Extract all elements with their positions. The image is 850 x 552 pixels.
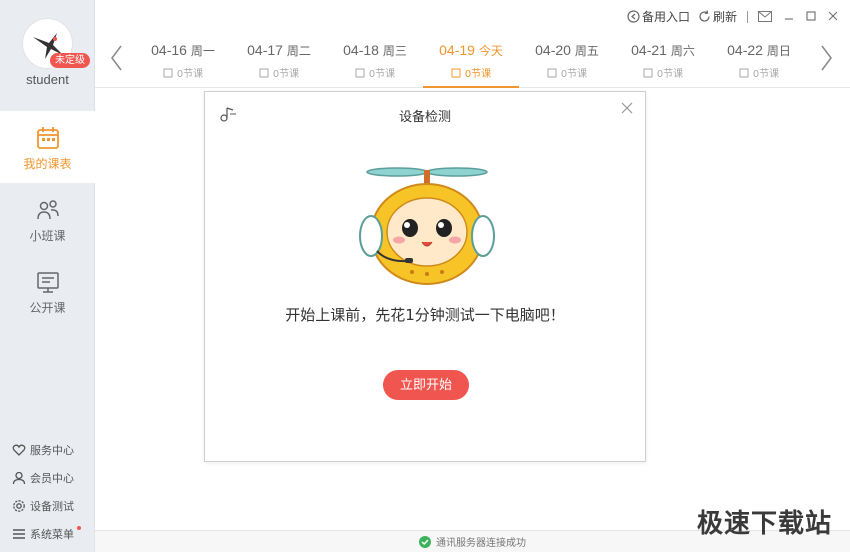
- nav-item-small-class[interactable]: 小班课: [0, 183, 95, 255]
- username: student: [26, 72, 69, 87]
- lesson-icon: [643, 68, 653, 77]
- minimize-icon: [785, 17, 793, 20]
- day-tab-0422[interactable]: 04-22 周日 0节课: [711, 30, 807, 88]
- lesson-icon: [451, 68, 461, 77]
- lesson-icon: [163, 68, 173, 77]
- service-center-link[interactable]: 服务中心: [12, 436, 81, 464]
- maximize-icon: [806, 10, 816, 21]
- status-text: 通讯服务器连接成功: [436, 538, 526, 549]
- day-count: 0节课: [176, 69, 204, 80]
- nav-label: 我的课表: [23, 157, 72, 171]
- day-count: 0节课: [272, 69, 300, 80]
- day-weekday: 周六: [670, 44, 695, 58]
- helicopter-mascot-icon: [359, 167, 495, 285]
- lesson-icon: [355, 68, 365, 77]
- device-test-label: 设备测试: [30, 500, 74, 513]
- day-count: 0节课: [368, 69, 396, 80]
- refresh-button[interactable]: 刷新: [698, 8, 737, 25]
- toolbar-divider: [747, 10, 748, 23]
- gear-icon: [13, 500, 25, 512]
- lesson-icon: [259, 68, 269, 77]
- close-button[interactable]: [828, 10, 838, 24]
- day-weekday: 周一: [190, 44, 215, 58]
- start-test-button[interactable]: 立即开始: [383, 370, 469, 400]
- bottom-links: 服务中心 会员中心 设备测试 系统菜单: [12, 436, 81, 548]
- maximize-button[interactable]: [806, 10, 816, 24]
- lesson-icon: [739, 68, 749, 77]
- day-count: 0节课: [656, 69, 684, 80]
- system-menu-label: 系统菜单: [30, 528, 74, 541]
- success-check-icon: [419, 535, 431, 548]
- day-date: 04-18: [343, 42, 379, 58]
- day-count: 0节课: [464, 69, 492, 80]
- board-icon: [36, 272, 59, 293]
- service-center-label: 服务中心: [30, 444, 74, 457]
- backup-entry-label: 备用入口: [641, 10, 690, 24]
- day-tab-0418[interactable]: 04-18 周三 0节课: [327, 30, 423, 88]
- day-date: 04-16: [151, 42, 187, 58]
- level-badge: 未定级: [50, 53, 90, 68]
- dialog-message: 开始上课前，先花1分钟测试一下电脑吧！: [285, 306, 565, 324]
- day-tab-today[interactable]: 04-19 今天 0节课: [423, 30, 519, 88]
- member-center-link[interactable]: 会员中心: [12, 464, 81, 492]
- backup-entry-icon: [627, 10, 640, 23]
- day-tab-0417[interactable]: 04-17 周二 0节课: [231, 30, 327, 88]
- nav-label: 小班课: [29, 229, 66, 243]
- device-check-dialog: 设备检测 开始上课前，先花1分钟测试一下电脑吧！ 立即开始: [204, 91, 646, 462]
- menu-icon: [13, 529, 25, 539]
- day-date: 04-22: [727, 42, 763, 58]
- sidebar: 未定级 student 我的课表 小班课 公开课 服务中心 会员中心 设备测试 …: [0, 0, 95, 552]
- day-count: 0节课: [560, 69, 588, 80]
- prev-week-icon[interactable]: [109, 44, 123, 72]
- day-date: 04-17: [247, 42, 283, 58]
- day-weekday: 周日: [766, 44, 791, 58]
- notification-dot: [77, 526, 81, 530]
- day-tab-0420[interactable]: 04-20 周五 0节课: [519, 30, 615, 88]
- mail-icon[interactable]: [758, 11, 772, 22]
- minimize-button[interactable]: [784, 10, 794, 24]
- day-weekday: 周二: [286, 44, 311, 58]
- day-tab-0416[interactable]: 04-16 周一 0节课: [135, 30, 231, 88]
- dialog-title: 设备检测: [398, 110, 451, 125]
- day-tab-0421[interactable]: 04-21 周六 0节课: [615, 30, 711, 88]
- day-weekday: 今天: [478, 44, 503, 58]
- day-date: 04-20: [535, 42, 571, 58]
- refresh-icon: [699, 10, 710, 22]
- top-toolbar: 备用入口 刷新: [619, 8, 838, 25]
- date-bar: 04-16 周一 0节课 04-17 周二 0节课 04-18 周三 0节课 0…: [95, 30, 850, 88]
- heart-icon: [12, 444, 26, 456]
- person-icon: [12, 471, 26, 485]
- day-weekday: 周三: [382, 44, 407, 58]
- member-center-label: 会员中心: [30, 472, 74, 485]
- backup-entry-button[interactable]: 备用入口: [627, 8, 690, 25]
- close-icon: [828, 11, 838, 20]
- day-date: 04-19: [439, 42, 475, 58]
- day-count: 0节课: [752, 69, 780, 80]
- refresh-label: 刷新: [712, 10, 737, 24]
- day-date: 04-21: [631, 42, 667, 58]
- nav-item-my-schedule[interactable]: 我的课表: [0, 111, 95, 183]
- device-test-link[interactable]: 设备测试: [12, 492, 81, 520]
- next-week-icon[interactable]: [820, 44, 834, 72]
- watermark-text: 极速下载站: [696, 509, 832, 539]
- nav-label: 公开课: [29, 301, 66, 315]
- system-menu-link[interactable]: 系统菜单: [12, 520, 81, 548]
- dialog-close-icon[interactable]: [621, 102, 633, 114]
- group-icon: [36, 200, 59, 220]
- calendar-icon: [36, 127, 59, 149]
- lesson-icon: [547, 68, 557, 77]
- nav-item-open-class[interactable]: 公开课: [0, 255, 95, 327]
- day-weekday: 周五: [574, 44, 599, 58]
